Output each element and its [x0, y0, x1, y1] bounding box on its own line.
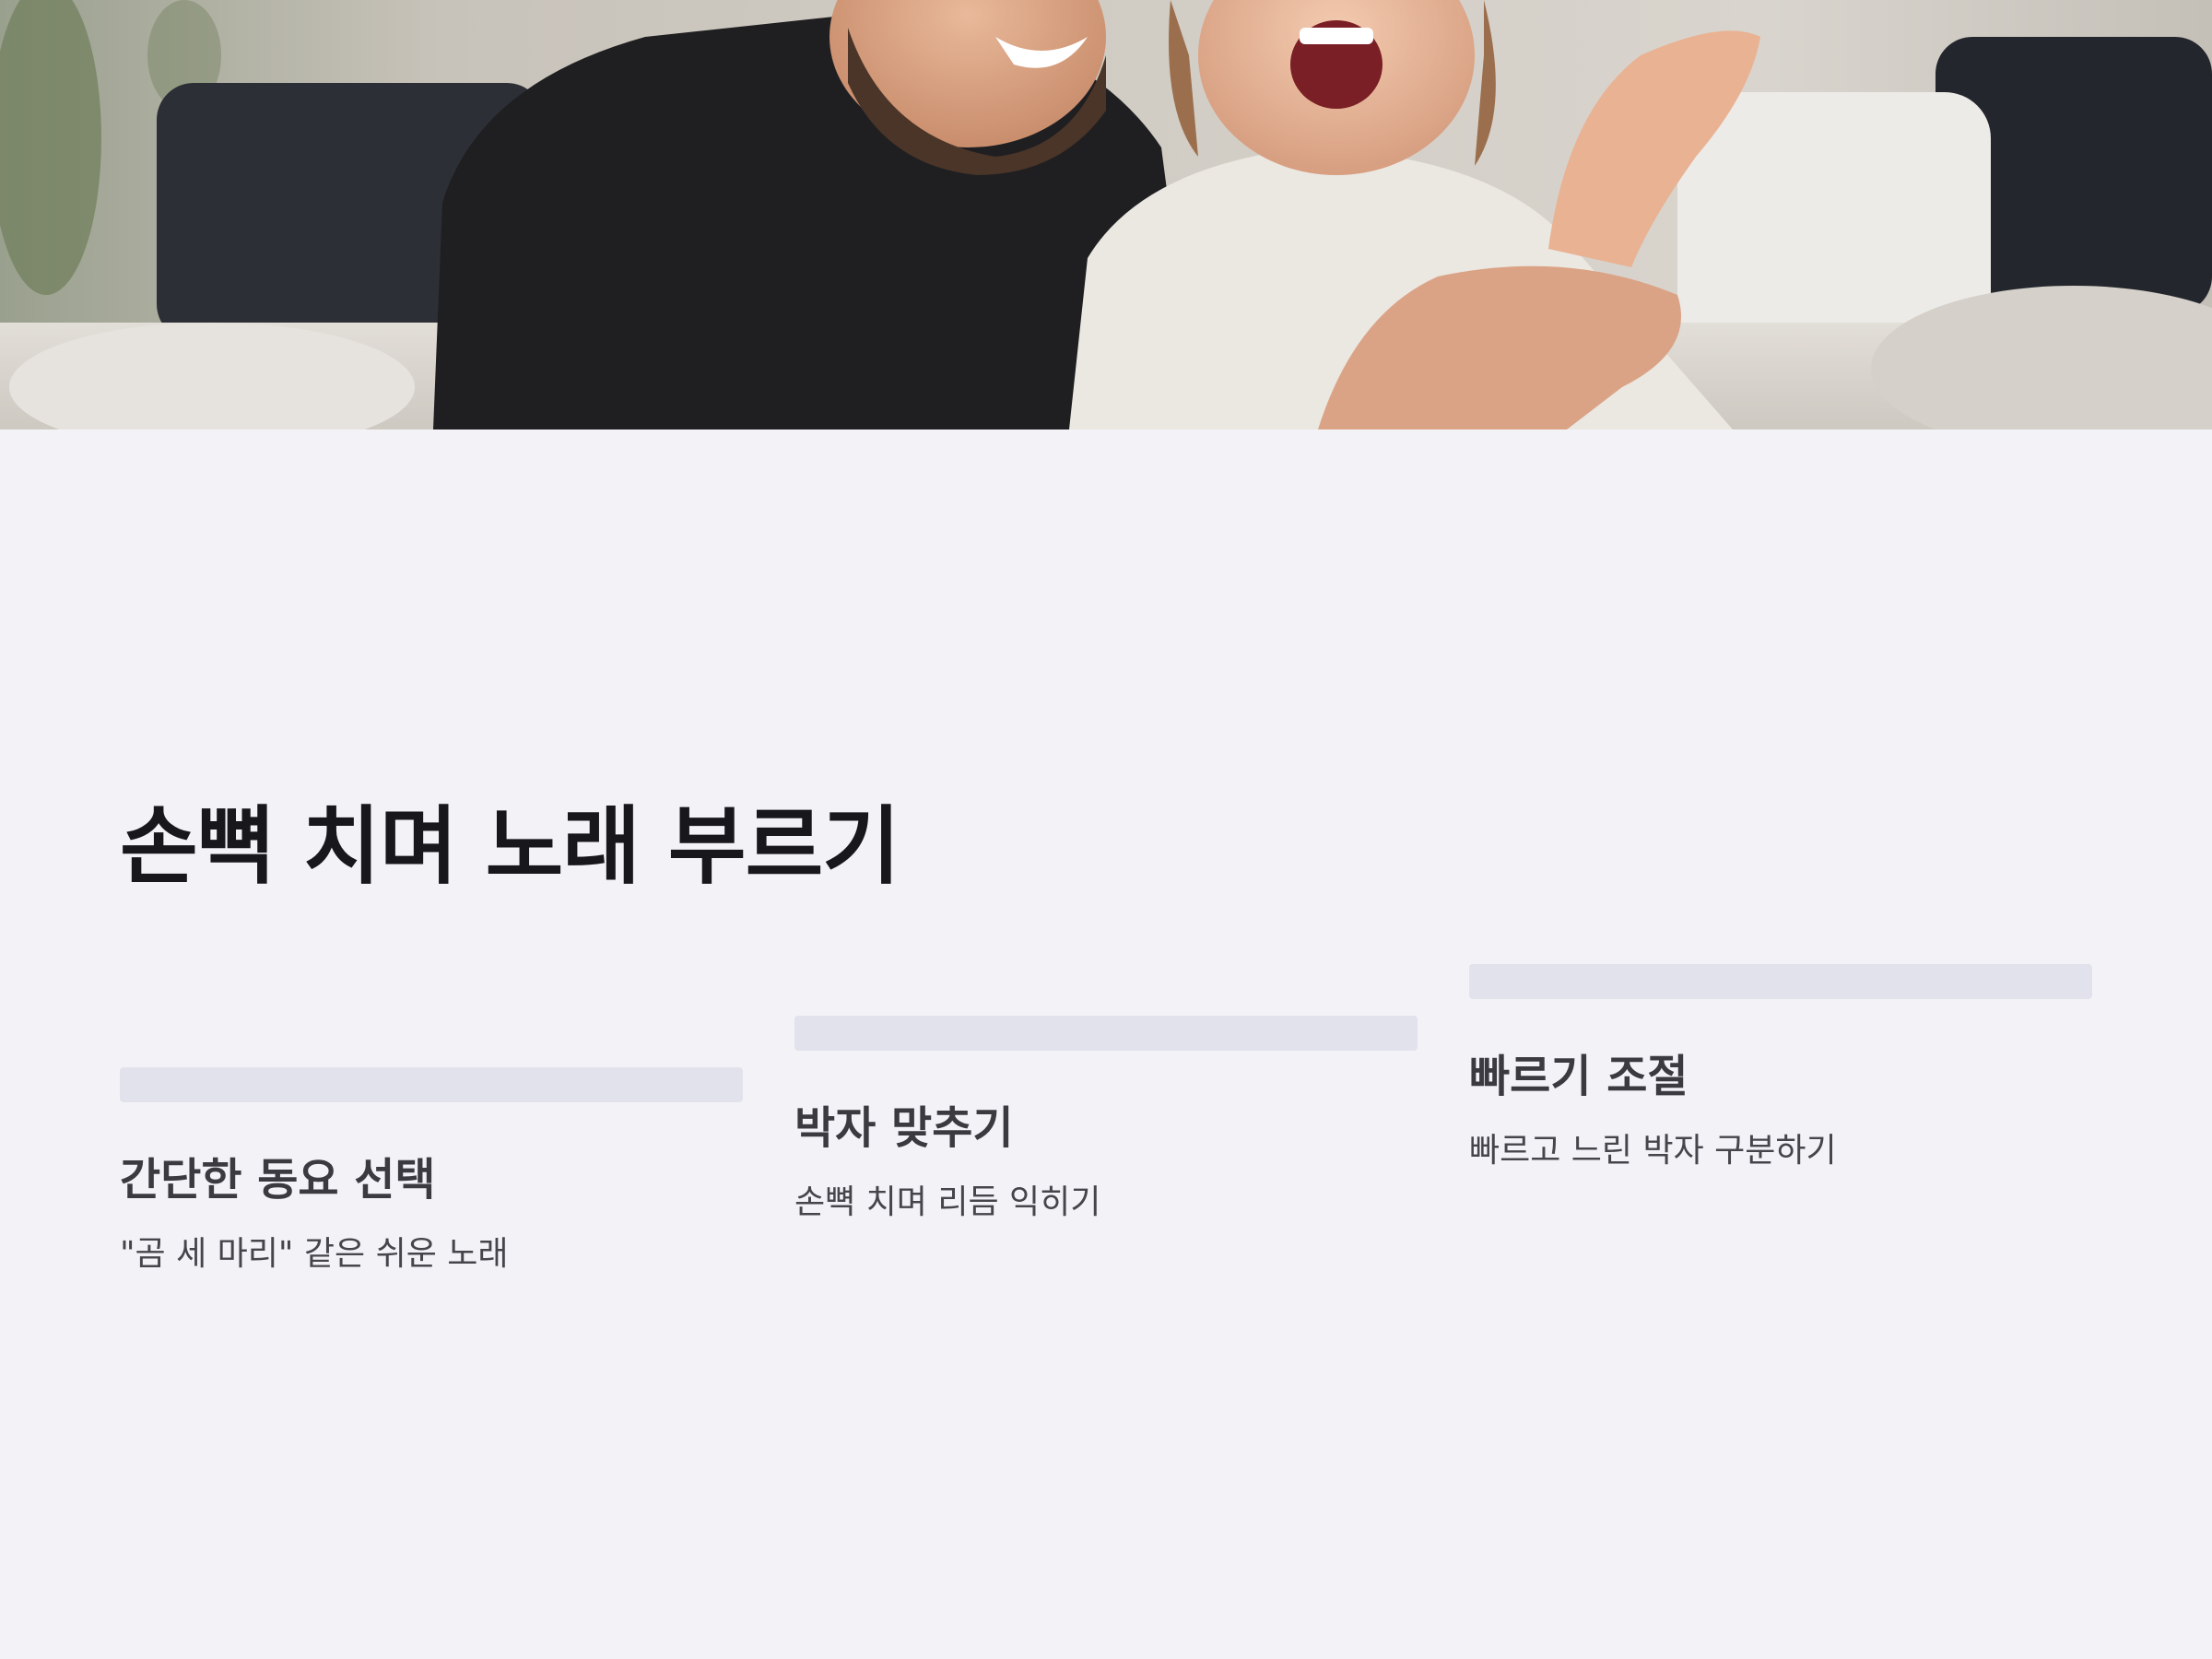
step-card-tempo-control: 빠르기 조절 빠르고 느린 박자 구분하기: [1469, 964, 2092, 1172]
step-description: 손뼉 치며 리듬 익히기: [794, 1182, 1101, 1221]
step-progress-bar: [1469, 964, 2092, 999]
step-title: 간단한 동요 선택: [120, 1154, 436, 1206]
header-photo: [0, 0, 2212, 429]
step-title: 빠르기 조절: [1469, 1051, 1688, 1102]
step-progress-bar: [120, 1067, 743, 1102]
step-progress-bar: [794, 1016, 1418, 1051]
page-title: 손뼉 치며 노래 부르기: [120, 797, 900, 896]
step-description: 빠르고 느린 박자 구분하기: [1469, 1131, 1837, 1170]
step-title: 박자 맞추기: [794, 1102, 1014, 1154]
step-card-keep-beat: 박자 맞추기 손뼉 치며 리듬 익히기: [794, 1016, 1418, 1224]
step-card-song-selection: 간단한 동요 선택 "곰 세 마리" 같은 쉬운 노래: [120, 1067, 743, 1276]
step-description: "곰 세 마리" 같은 쉬운 노래: [120, 1234, 509, 1273]
